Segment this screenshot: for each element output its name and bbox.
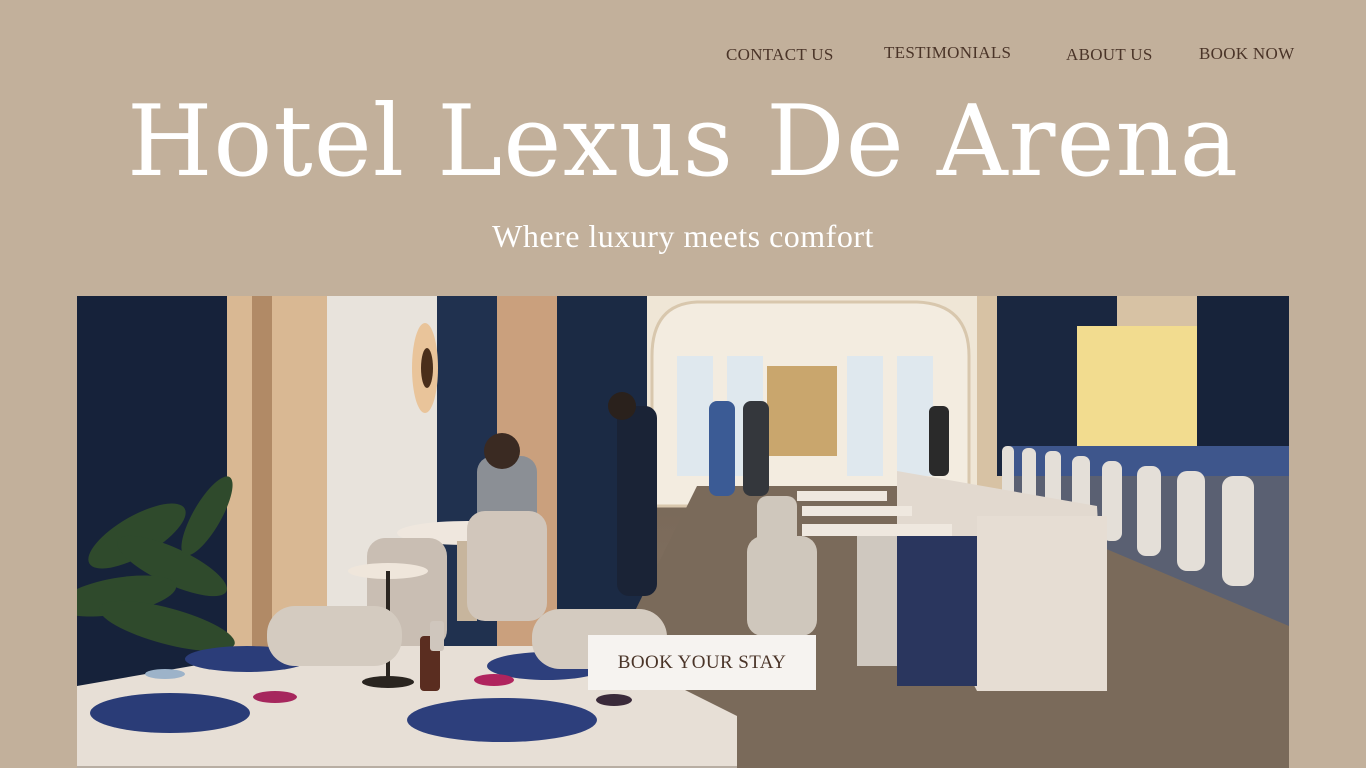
book-your-stay-button[interactable]: BOOK YOUR STAY — [588, 635, 816, 690]
hotel-title: Hotel Lexus De Arena — [126, 85, 1240, 199]
nav-contact-us-link[interactable]: CONTACT US — [726, 45, 834, 65]
nav-testimonials-link[interactable]: TESTIMONIALS — [884, 43, 1011, 63]
nav-book-now-link[interactable]: BOOK NOW — [1199, 44, 1294, 64]
nav-about-us-link[interactable]: ABOUT US — [1066, 45, 1153, 65]
hotel-tagline: Where luxury meets comfort — [492, 218, 874, 254]
restaurant-photo-illustration — [77, 296, 1289, 768]
hero-image-restaurant-interior — [77, 296, 1289, 768]
